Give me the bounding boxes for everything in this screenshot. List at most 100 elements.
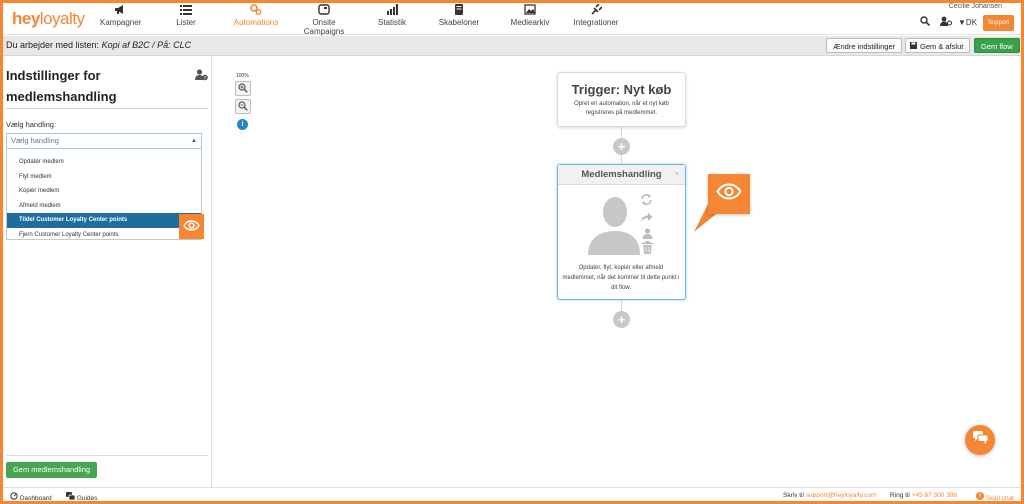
change-settings-button[interactable]: Ændre indstillinger	[826, 38, 903, 53]
member-action-title: Medlemshandling	[581, 169, 662, 180]
save-disk-icon	[910, 39, 917, 54]
language-selector[interactable]: ▼DK	[958, 18, 977, 27]
support-phone-number[interactable]: +45 87 300 398	[912, 492, 957, 499]
save-flow-button[interactable]: Gem flow	[974, 38, 1020, 53]
action-select[interactable]: Vælg handling ▲	[6, 133, 202, 149]
member-silhouette-icon	[586, 195, 640, 260]
user-name[interactable]: Cecilie Johansen	[949, 3, 1002, 10]
option-unsubscribe-member[interactable]: Afmeld medlem	[7, 199, 201, 214]
nav-mediearkiv[interactable]: Mediearkiv	[508, 4, 552, 27]
nav-lister[interactable]: Lister	[166, 4, 206, 27]
list-separator: / På:	[152, 40, 171, 50]
image-icon	[508, 4, 552, 18]
dashboard-link[interactable]: Dashboard	[10, 492, 52, 502]
preview-eye-badge-large[interactable]	[708, 174, 750, 214]
panel-title: Indstillinger for medlemshandling	[6, 68, 117, 104]
member-help-icon[interactable]: ?	[195, 69, 208, 84]
nav-label: Onsite Campaigns	[303, 18, 345, 36]
nav-integrationer[interactable]: Integrationer	[570, 3, 622, 27]
top-navigation: heyloyalty Kampagner Lister Automations …	[0, 0, 1024, 36]
trigger-node[interactable]: Trigger: Nyt køb Opret en automation, nå…	[557, 72, 686, 127]
nav-label: Integrationer	[573, 18, 619, 27]
nav-label: Automations	[233, 18, 279, 27]
list-context-bar: Du arbejder med listen: Kopi af B2C / På…	[0, 36, 1024, 56]
nav-label: Lister	[176, 18, 196, 27]
trigger-title: Trigger: Nyt køb	[571, 82, 672, 97]
onsite-icon	[293, 4, 355, 18]
chat-icon	[972, 431, 988, 449]
zoom-out-button[interactable]	[235, 99, 251, 114]
zoom-in-icon	[238, 80, 248, 98]
nav-onsite-campaigns[interactable]: Onsite Campaigns	[293, 4, 355, 36]
guides-icon	[66, 492, 77, 502]
zoom-out-icon	[238, 98, 248, 116]
eye-icon	[183, 218, 200, 236]
list-name: Kopi af B2C	[101, 40, 150, 50]
megaphone-icon	[100, 4, 140, 18]
settings-panel: Indstillinger for medlemshandling ? Vælg…	[0, 57, 212, 487]
option-remove-points[interactable]: Fjern Customer Loyalty Center points	[7, 228, 201, 243]
write-label: Skriv til	[783, 492, 804, 499]
eye-icon	[716, 183, 742, 205]
plug-icon	[570, 3, 622, 18]
member-action-description: Opdater, flyt, kopiér eller afmeld medle…	[562, 265, 680, 291]
nav-skabeloner[interactable]: Skabeloner	[436, 4, 482, 27]
nav-statistik[interactable]: Statistik	[372, 4, 412, 27]
option-copy-member[interactable]: Kopiér medlem	[7, 184, 201, 199]
nav-label: Mediearkiv	[510, 18, 550, 27]
action-label: Vælg handling:	[6, 120, 57, 129]
automation-icon	[232, 4, 280, 18]
info-icon[interactable]: i	[237, 119, 248, 130]
logo[interactable]: heyloyalty	[12, 9, 85, 29]
option-award-points[interactable]: Tildel Customer Loyalty Center points	[7, 213, 201, 228]
divider	[6, 455, 208, 456]
dashboard-label: Dashboard	[19, 495, 52, 502]
divider	[6, 108, 208, 109]
list-context-text: Du arbejder med listen: Kopi af B2C / På…	[6, 40, 191, 50]
list-context-prefix: Du arbejder med listen:	[6, 40, 100, 50]
nav-automations[interactable]: Automations	[232, 4, 280, 27]
support-button[interactable]: Support	[983, 15, 1014, 31]
logo-text-bold: hey	[12, 9, 40, 28]
support-phone: Ring til +45 87 300 398	[890, 492, 957, 499]
sync-icon	[640, 193, 653, 211]
template-icon	[436, 4, 482, 18]
preview-eye-badge[interactable]	[179, 214, 204, 239]
nav-label: Statistik	[377, 18, 406, 27]
save-member-action-button[interactable]: Gem medlemshandling	[6, 462, 97, 478]
footer: Dashboard Guides Skriv til support@heylo…	[0, 487, 1024, 504]
list-icon	[166, 4, 206, 18]
hide-chat-label: Skjul chat	[985, 495, 1014, 502]
action-dropdown-list: Opdatér medlem Flyt medlem Kopiér medlem…	[6, 149, 202, 240]
nav-label: Skabeloner	[438, 18, 480, 27]
svg-text:?: ?	[978, 493, 981, 500]
option-update-member[interactable]: Opdatér medlem	[7, 155, 201, 170]
add-step-button[interactable]: +	[613, 138, 630, 155]
help-icon: ?	[976, 492, 986, 502]
option-move-member[interactable]: Flyt medlem	[7, 170, 201, 185]
trash-icon	[642, 241, 653, 259]
user-settings-icon[interactable]	[940, 16, 952, 29]
nav-kampagner[interactable]: Kampagner	[100, 4, 142, 27]
hide-chat-link[interactable]: ? Skjul chat	[976, 492, 1014, 502]
member-action-header: Medlemshandling ×	[558, 165, 685, 185]
zoom-in-button[interactable]	[235, 81, 251, 96]
close-icon[interactable]: ×	[675, 165, 679, 185]
select-placeholder: Vælg handling	[11, 136, 59, 145]
list-location: CLC	[173, 40, 192, 50]
support-email-link[interactable]: support@heyloyalty.com	[806, 492, 877, 499]
save-close-button[interactable]: Gem & afslut	[905, 38, 971, 54]
caret-up-icon: ▲	[191, 138, 197, 144]
save-close-label: Gem & afslut	[920, 42, 964, 51]
logo-text-light: loyalty	[39, 9, 85, 28]
zoom-level: 100%	[236, 73, 249, 79]
search-icon[interactable]	[920, 16, 931, 29]
add-step-button[interactable]: +	[613, 311, 630, 328]
dashboard-icon	[10, 492, 20, 502]
nav-label: Kampagner	[100, 18, 142, 27]
call-label: Ring til	[890, 492, 910, 499]
guides-link[interactable]: Guides	[66, 492, 97, 502]
member-action-node[interactable]: Medlemshandling × Opdater, flyt, kopiér …	[557, 164, 686, 300]
chat-button[interactable]	[965, 425, 995, 455]
support-email: Skriv til support@heyloyalty.com	[783, 492, 877, 499]
